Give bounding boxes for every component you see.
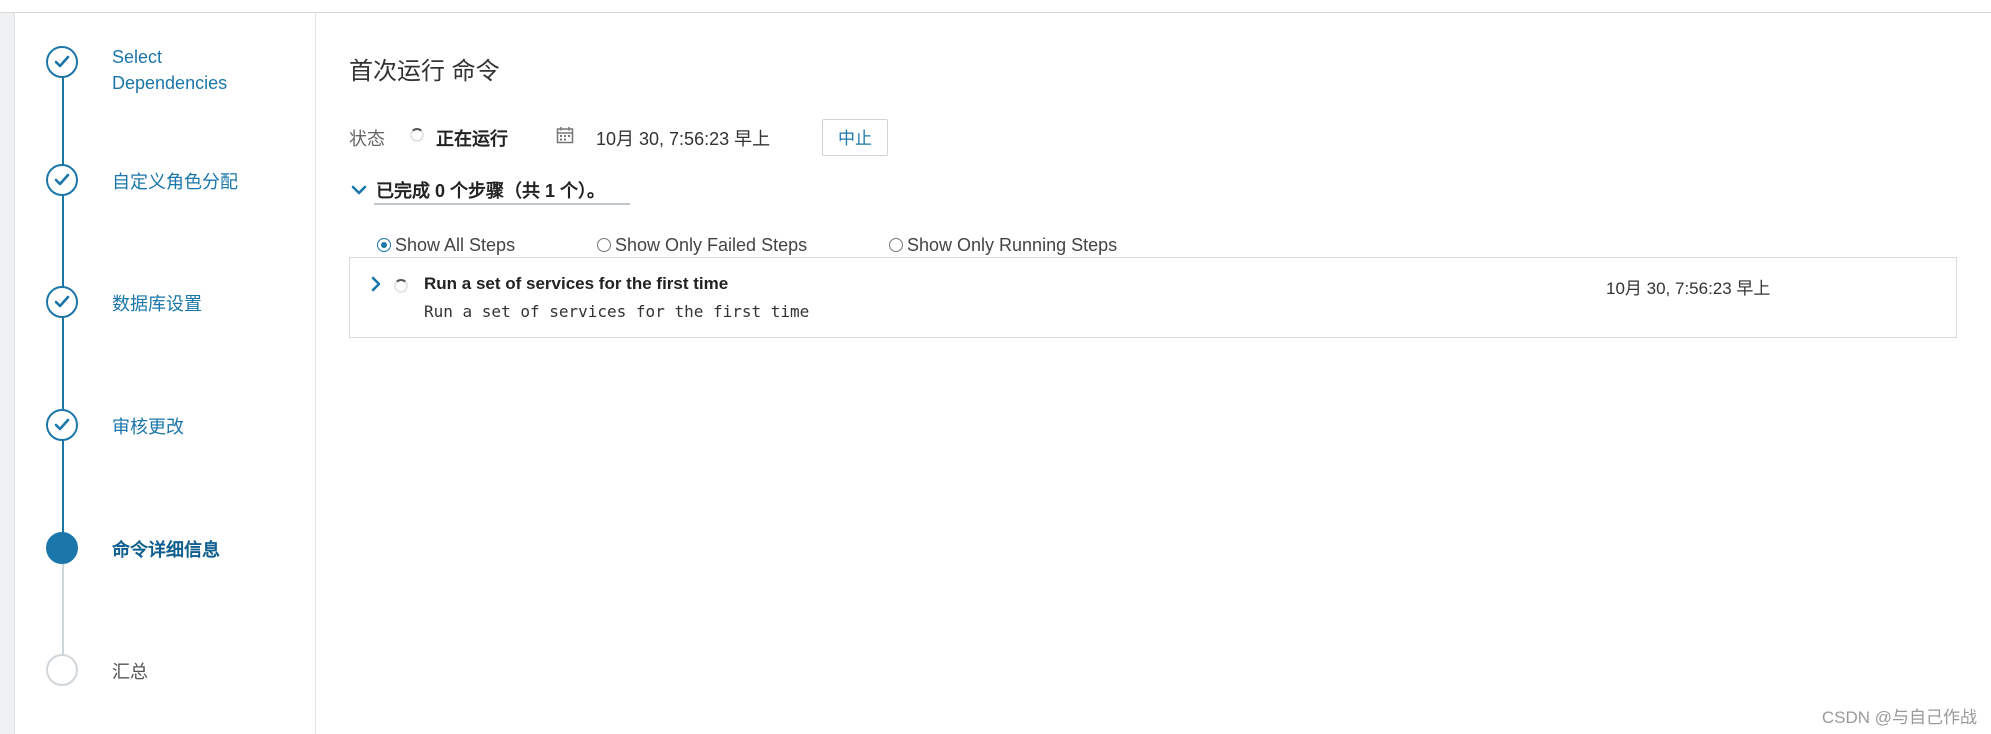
chevron-right-icon[interactable] bbox=[370, 276, 382, 292]
left-gutter bbox=[0, 13, 15, 734]
filter-show-only-failed-steps[interactable]: Show Only Failed Steps bbox=[597, 235, 807, 256]
steps-summary-text: 已完成 0 个步骤（共 1 个）。 bbox=[376, 181, 606, 201]
radio-unselected[interactable] bbox=[597, 238, 611, 252]
filter-label: Show All Steps bbox=[395, 235, 516, 255]
wizard-step-label: 自定义角色分配 bbox=[112, 172, 238, 192]
spinner-icon bbox=[410, 128, 424, 142]
wizard-step-label: Select Dependencies bbox=[112, 47, 228, 93]
wizard-step-label: 命令详细信息 bbox=[112, 540, 220, 560]
step-row-description: Run a set of services for the first time bbox=[424, 302, 810, 321]
step-row-time: 10月 30, 7:56:23 早上 bbox=[1606, 279, 1771, 298]
steps-table: Run a set of services for the first time… bbox=[349, 257, 1957, 338]
wizard-step-database-setup[interactable]: 数据库设置 bbox=[46, 286, 306, 326]
step-done-circle bbox=[46, 409, 78, 441]
check-icon bbox=[54, 418, 70, 431]
wizard-step-summary[interactable]: 汇总 bbox=[46, 654, 306, 694]
wizard-step-command-details[interactable]: 命令详细信息 bbox=[46, 532, 306, 572]
status-start-time: 10月 30, 7:56:23 早上 bbox=[596, 129, 771, 149]
status-row: 状态 正在运行 10月 30, 7:56:23 早上 中止 bbox=[349, 112, 1549, 156]
calendar-icon bbox=[556, 127, 574, 144]
step-row-title: Run a set of services for the first time bbox=[424, 274, 729, 293]
filter-show-only-running-steps[interactable]: Show Only Running Steps bbox=[889, 235, 1117, 256]
check-icon bbox=[54, 173, 70, 186]
wizard-step-label: 审核更改 bbox=[112, 417, 184, 437]
wizard-step-label: 汇总 bbox=[112, 662, 148, 682]
filter-label: Show Only Failed Steps bbox=[615, 235, 808, 255]
wizard-step-review-changes[interactable]: 审核更改 bbox=[46, 409, 306, 449]
radio-unselected[interactable] bbox=[889, 238, 903, 252]
top-bar bbox=[0, 0, 1991, 13]
spinner-icon bbox=[394, 279, 408, 293]
steps-summary-underline bbox=[374, 203, 630, 205]
abort-button[interactable]: 中止 bbox=[822, 119, 888, 156]
step-done-circle bbox=[46, 286, 78, 318]
chevron-down-icon bbox=[351, 185, 367, 195]
command-details-panel: 首次运行 命令 状态 正在运行 10月 30, 7:56:23 早上 中止 已完… bbox=[349, 13, 1969, 733]
radio-selected[interactable] bbox=[377, 238, 391, 252]
wizard-step-select-dependencies[interactable]: Select Dependencies bbox=[46, 46, 306, 93]
step-active-circle bbox=[46, 532, 78, 564]
step-pending-circle bbox=[46, 654, 78, 686]
status-label: 状态 bbox=[349, 129, 385, 149]
watermark: CSDN @与自己作战 bbox=[1821, 708, 1977, 727]
wizard-step-custom-role-assignment[interactable]: 自定义角色分配 bbox=[46, 164, 306, 204]
step-done-circle bbox=[46, 164, 78, 196]
wizard-sidebar: Select Dependencies 自定义角色分配 数据库设置 审核更改 命… bbox=[15, 13, 316, 734]
filter-label: Show Only Running Steps bbox=[907, 235, 1118, 255]
step-done-circle bbox=[46, 46, 78, 78]
page-title: 首次运行 命令 bbox=[349, 58, 500, 85]
check-icon bbox=[54, 295, 70, 308]
status-value: 正在运行 bbox=[436, 129, 508, 149]
wizard-step-label: 数据库设置 bbox=[112, 294, 202, 314]
check-icon bbox=[54, 55, 70, 68]
filter-show-all-steps[interactable]: Show All Steps bbox=[377, 235, 515, 256]
